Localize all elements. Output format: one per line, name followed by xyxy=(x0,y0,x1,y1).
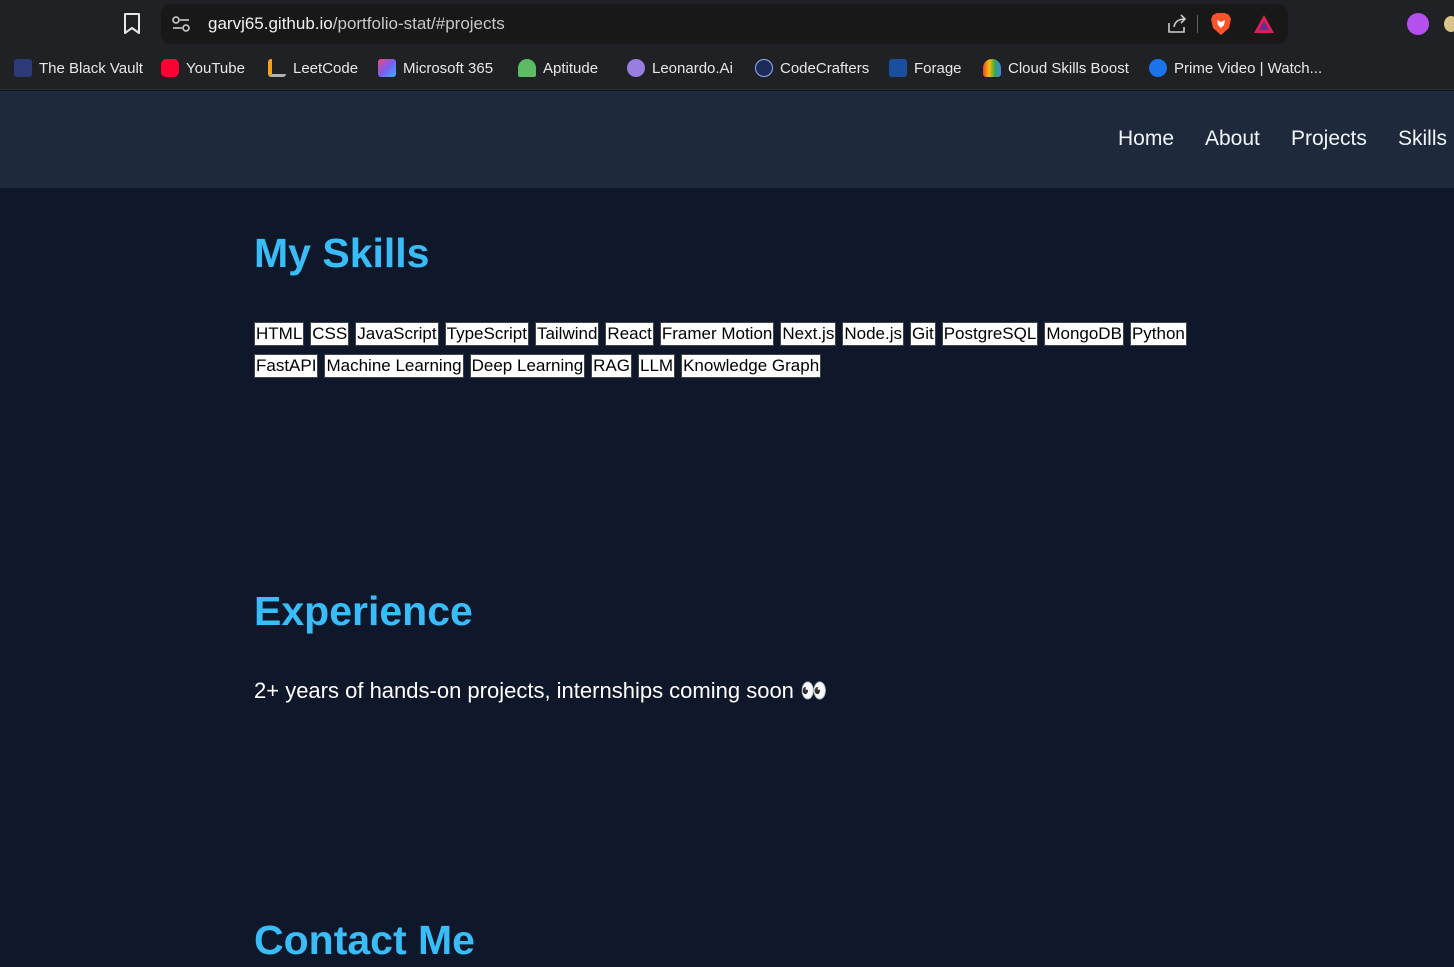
site-settings-icon[interactable] xyxy=(171,15,191,33)
experience-text: 2+ years of hands-on projects, internshi… xyxy=(254,678,828,703)
skill-tag: Node.js xyxy=(842,322,904,346)
bookmark-label: Forage xyxy=(914,59,962,77)
leonardo-icon xyxy=(627,59,645,77)
extension-icon[interactable] xyxy=(1444,16,1454,32)
url-path: /portfolio-stat/#projects xyxy=(332,14,505,33)
skill-tag: React xyxy=(605,322,654,346)
google-cloud-icon xyxy=(983,59,1001,77)
bookmark-label: Cloud Skills Boost xyxy=(1008,59,1129,77)
experience-heading: Experience xyxy=(254,588,473,634)
share-icon[interactable] xyxy=(1166,13,1188,35)
skill-tag: Machine Learning xyxy=(324,354,464,378)
skills-heading: My Skills xyxy=(254,230,430,276)
brave-shields-icon[interactable] xyxy=(1210,12,1232,36)
bookmark-item[interactable]: The Black Vault xyxy=(14,58,143,78)
bookmark-item[interactable]: Leonardo.Ai xyxy=(627,58,733,78)
bookmark-label: The Black Vault xyxy=(39,59,143,77)
skill-tag: LLM xyxy=(638,354,676,378)
url-host: garvj65.github.io xyxy=(208,14,333,33)
bookmark-item[interactable]: Aptitude xyxy=(518,58,598,78)
youtube-icon xyxy=(161,59,179,77)
site-navbar: Home About Projects Skills xyxy=(0,91,1454,188)
omnibox-divider xyxy=(1197,15,1198,33)
skill-tag: Python xyxy=(1129,322,1187,346)
skill-tag: Framer Motion xyxy=(659,322,775,346)
url-text[interactable]: garvj65.github.io/portfolio-stat/#projec… xyxy=(208,14,505,34)
bookmark-label: Leonardo.Ai xyxy=(652,59,733,77)
bookmark-item[interactable]: Cloud Skills Boost xyxy=(983,58,1129,78)
skill-tag: FastAPI xyxy=(254,354,319,378)
codecrafters-icon xyxy=(755,59,773,77)
nav-link-projects[interactable]: Projects xyxy=(1291,127,1367,151)
skill-tag: MongoDB xyxy=(1044,322,1124,346)
bookmark-item[interactable]: Microsoft 365 xyxy=(378,58,493,78)
bookmark-item[interactable]: LeetCode xyxy=(268,58,358,78)
bookmark-label: CodeCrafters xyxy=(780,59,870,77)
aptitude-icon xyxy=(518,59,536,77)
brave-rewards-icon[interactable] xyxy=(1252,13,1276,35)
bookmark-item[interactable]: YouTube xyxy=(161,58,245,78)
bookmark-label: YouTube xyxy=(186,59,245,77)
leetcode-icon xyxy=(268,59,286,77)
nav-link-home[interactable]: Home xyxy=(1118,127,1174,151)
bookmark-item[interactable]: Prime Video | Watch... xyxy=(1149,58,1322,78)
contact-heading: Contact Me xyxy=(254,917,475,963)
skill-tag: Deep Learning xyxy=(469,354,586,378)
bookmarks-bar: The Black Vault YouTube LeetCode Microso… xyxy=(0,48,1454,90)
skill-tag: TypeScript xyxy=(444,322,529,346)
skill-tag: PostgreSQL xyxy=(941,322,1039,346)
microsoft-365-icon xyxy=(378,59,396,77)
skill-tag: RAG xyxy=(591,354,632,378)
skills-list: HTML CSS JavaScript TypeScript Tailwind React… xyxy=(254,322,1254,378)
skill-tag: JavaScript xyxy=(355,322,439,346)
browser-toolbar: garvj65.github.io/portfolio-stat/#projec… xyxy=(0,0,1454,48)
nav-link-about[interactable]: About xyxy=(1205,127,1260,151)
skill-tag: CSS xyxy=(310,322,350,346)
bookmark-star-icon[interactable] xyxy=(118,10,146,38)
bookmark-label: Aptitude xyxy=(543,59,599,77)
forage-icon xyxy=(889,59,907,77)
prime-video-icon xyxy=(1149,59,1167,77)
skill-tag: Knowledge Graph xyxy=(681,354,822,378)
bookmark-item[interactable]: Forage xyxy=(889,58,962,78)
bookmark-item[interactable]: CodeCrafters xyxy=(755,58,869,78)
bookmark-label: Microsoft 365 xyxy=(403,59,494,77)
nav-link-skills[interactable]: Skills xyxy=(1398,127,1447,151)
skill-tag: Tailwind xyxy=(534,322,600,346)
address-bar[interactable]: garvj65.github.io/portfolio-stat/#projec… xyxy=(161,4,1288,44)
bookmark-label: LeetCode xyxy=(293,59,359,77)
bookmark-label: Prime Video | Watch... xyxy=(1174,59,1323,77)
skill-tag: Git xyxy=(909,322,936,346)
skill-tag: Next.js xyxy=(780,322,837,346)
extension-icon[interactable] xyxy=(1407,13,1429,35)
skill-tag: HTML xyxy=(254,322,305,346)
black-vault-icon xyxy=(14,59,32,77)
